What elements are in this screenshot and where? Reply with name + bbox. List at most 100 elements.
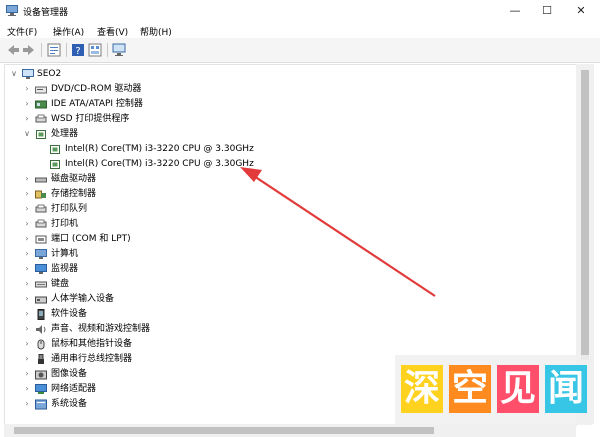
processor-icon <box>36 130 46 139</box>
tree-item-print-queue[interactable]: › 打印队列 <box>5 202 565 217</box>
expand-chevron-icon[interactable]: › <box>22 263 32 275</box>
expand-chevron-icon[interactable]: › <box>22 368 32 380</box>
tree-root-label: SEO2 <box>37 69 62 79</box>
printer-provider-icon <box>35 114 47 123</box>
tree-item-label: 通用串行总线控制器 <box>51 354 133 364</box>
tree-item-label: 图像设备 <box>51 369 88 379</box>
tree-item-ports[interactable]: › 端口 (COM 和 LPT) <box>5 232 565 247</box>
processor-icon <box>50 145 60 154</box>
close-button[interactable]: ✕ <box>564 0 598 22</box>
tree-item-label: DVD/CD-ROM 驱动器 <box>51 84 142 94</box>
expand-chevron-icon[interactable]: › <box>22 218 32 230</box>
tree-item-sound[interactable]: › 声音、视频和游戏控制器 <box>5 322 565 337</box>
expand-chevron-icon[interactable]: › <box>22 83 32 95</box>
expand-chevron-icon[interactable]: › <box>22 383 32 395</box>
tree-item-monitor[interactable]: › 监视器 <box>5 262 565 277</box>
vertical-scroll-thumb[interactable] <box>581 70 589 360</box>
expand-chevron-icon[interactable]: › <box>22 188 32 200</box>
expand-chevron-icon[interactable]: › <box>22 308 32 320</box>
title-bar: 设备管理器 — ☐ ✕ <box>0 0 600 22</box>
ide-controller-icon <box>35 100 47 109</box>
tree-item-label: 处理器 <box>51 129 79 139</box>
toolbar: ? <box>0 38 600 63</box>
tree-child-label: Intel(R) Core(TM) i3-3220 CPU @ 3.30GHz <box>65 144 254 154</box>
tree-item-keyboard[interactable]: › 键盘 <box>5 277 565 292</box>
menu-view[interactable]: 查看(V) <box>97 25 128 38</box>
tree-item-computer[interactable]: › 计算机 <box>5 247 565 262</box>
tree-item-software-device[interactable]: › 软件设备 <box>5 307 565 322</box>
watermark-char: 空 <box>449 365 491 413</box>
expand-chevron-icon[interactable]: › <box>22 98 32 110</box>
expand-chevron-icon[interactable]: › <box>22 293 32 305</box>
software-device-icon <box>37 309 45 320</box>
horizontal-scrollbar[interactable] <box>4 424 576 437</box>
details-view-icon[interactable] <box>88 43 102 57</box>
tree-child-label: Intel(R) Core(TM) i3-3220 CPU @ 3.30GHz <box>65 159 254 169</box>
menu-bar: 文件(F) 操作(A) 查看(V) 帮助(H) <box>0 22 600 38</box>
watermark-char: 深 <box>401 365 443 413</box>
horizontal-scroll-thumb[interactable] <box>14 427 434 434</box>
tree-item-label: 系统设备 <box>51 399 88 409</box>
tree-item-label: 鼠标和其他指针设备 <box>51 339 133 349</box>
tree-item-label: 监视器 <box>51 264 79 274</box>
tree-item-label: 打印队列 <box>51 204 88 214</box>
expand-chevron-icon[interactable]: › <box>22 353 32 365</box>
help-icon[interactable]: ? <box>71 43 85 57</box>
tree-item-label: 计算机 <box>51 249 79 259</box>
minimize-button[interactable]: — <box>498 0 532 22</box>
tree-item-storage[interactable]: › 存储控制器 <box>5 187 565 202</box>
expand-chevron-icon[interactable]: › <box>22 278 32 290</box>
menu-action[interactable]: 操作(A) <box>53 25 84 38</box>
expand-chevron-icon[interactable]: › <box>22 338 32 350</box>
menu-file[interactable]: 文件(F) <box>7 25 37 38</box>
expand-chevron-icon[interactable]: › <box>22 203 32 215</box>
imaging-device-icon <box>35 370 47 380</box>
tree-item-hid[interactable]: › 人体学输入设备 <box>5 292 565 307</box>
watermark-char: 见 <box>497 365 539 413</box>
properties-icon[interactable] <box>47 43 61 57</box>
scan-hardware-icon[interactable] <box>112 43 126 57</box>
menu-help[interactable]: 帮助(H) <box>140 25 172 38</box>
computer-icon <box>22 69 34 79</box>
tree-root[interactable]: ∨ SEO2 <box>5 67 565 82</box>
tree-item-label: 人体学输入设备 <box>51 294 115 304</box>
collapse-chevron-icon[interactable]: ∨ <box>9 68 19 80</box>
hid-icon <box>35 296 47 304</box>
forward-arrow-icon[interactable] <box>22 43 36 57</box>
maximize-button[interactable]: ☐ <box>530 0 564 22</box>
tree-item-label: IDE ATA/ATAPI 控制器 <box>51 99 143 109</box>
port-icon <box>35 235 47 244</box>
toolbar-separator <box>41 43 42 57</box>
tree-item-printer[interactable]: › 打印机 <box>5 217 565 232</box>
usb-icon <box>38 354 44 364</box>
tree-child-cpu-0[interactable]: Intel(R) Core(TM) i3-3220 CPU @ 3.30GHz <box>5 142 565 157</box>
device-manager-icon <box>6 5 18 16</box>
tree-item-processor[interactable]: ∨ 处理器 <box>5 127 565 142</box>
tree-item-label: 软件设备 <box>51 309 88 319</box>
expand-chevron-icon[interactable]: › <box>22 113 32 125</box>
tree-item-disk[interactable]: › 磁盘驱动器 <box>5 172 565 187</box>
window-title: 设备管理器 <box>23 8 69 18</box>
storage-controller-icon <box>35 190 46 199</box>
tree-item-ide[interactable]: › IDE ATA/ATAPI 控制器 <box>5 97 565 112</box>
expand-chevron-icon[interactable]: › <box>22 233 32 245</box>
tree-child-cpu-1[interactable]: Intel(R) Core(TM) i3-3220 CPU @ 3.30GHz <box>5 157 565 172</box>
keyboard-icon <box>35 281 47 288</box>
collapse-chevron-icon[interactable]: ∨ <box>22 128 32 140</box>
tree-item-label: 打印机 <box>51 219 79 229</box>
network-adapter-icon <box>35 384 47 394</box>
expand-chevron-icon[interactable]: › <box>22 248 32 260</box>
watermark: 深 空 见 闻 <box>395 355 592 425</box>
tree-item-label: 磁盘驱动器 <box>51 174 97 184</box>
tree-item-wsd[interactable]: › WSD 打印提供程序 <box>5 112 565 127</box>
back-arrow-icon[interactable] <box>6 43 20 57</box>
expand-chevron-icon[interactable]: › <box>22 398 32 410</box>
tree-item-mouse[interactable]: › 鼠标和其他指针设备 <box>5 337 565 352</box>
expand-chevron-icon[interactable]: › <box>22 173 32 185</box>
tree-item-label: 端口 (COM 和 LPT) <box>51 234 131 244</box>
tree-item-dvd[interactable]: › DVD/CD-ROM 驱动器 <box>5 82 565 97</box>
disk-drive-icon <box>35 177 47 183</box>
expand-chevron-icon[interactable]: › <box>22 323 32 335</box>
toolbar-separator <box>66 43 67 57</box>
watermark-char: 闻 <box>545 365 587 413</box>
